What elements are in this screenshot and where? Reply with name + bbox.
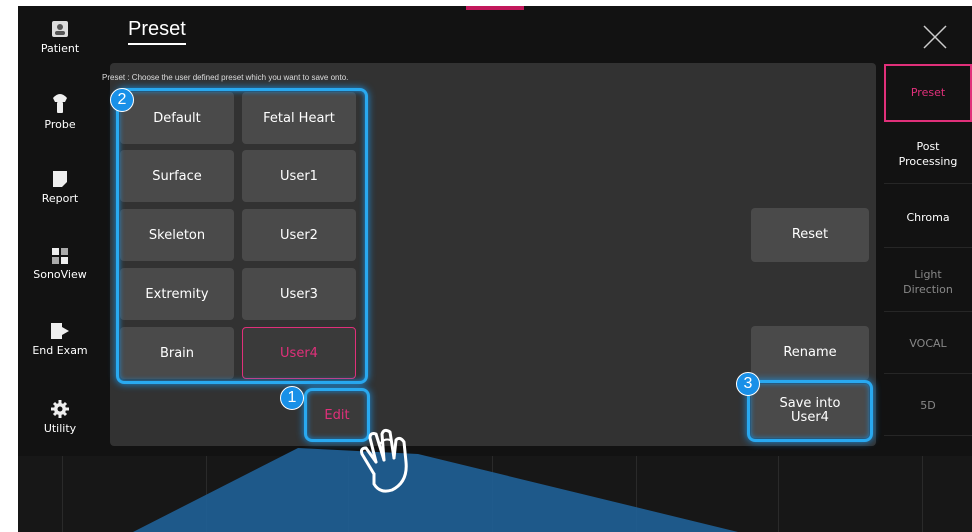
ultrasound-screen: Patient Probe Report SonoView End Exam U… <box>18 6 972 532</box>
hand-pointer-icon <box>360 428 408 493</box>
callout-shape <box>133 448 738 532</box>
